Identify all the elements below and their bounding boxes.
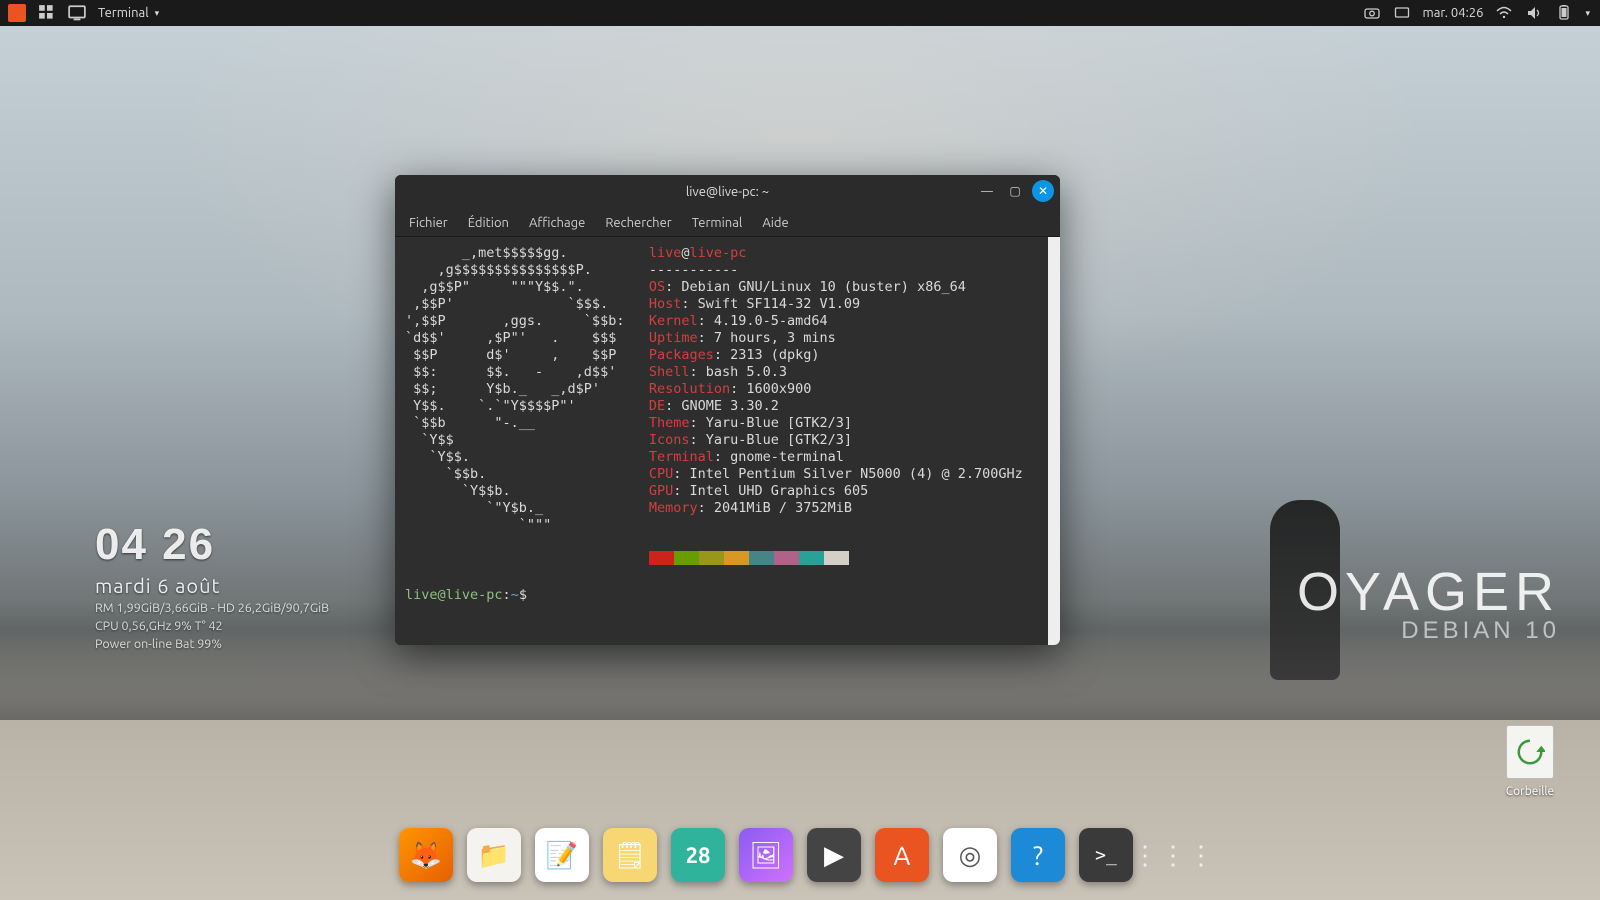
menu-terminal[interactable]: Terminal — [692, 216, 743, 230]
display-icon[interactable] — [1393, 4, 1411, 22]
menu-affichage[interactable]: Affichage — [529, 216, 585, 230]
screen-icon[interactable] — [68, 4, 86, 22]
terminal-window: live@live-pc: ~ — ▢ ✕ Fichier Édition Affi… — [395, 175, 1060, 645]
workspace-icon[interactable] — [38, 4, 56, 22]
close-button[interactable]: ✕ — [1032, 180, 1054, 202]
widget-time: 04 26 — [95, 520, 329, 570]
desktop-widget: 04 26 mardi 6 août RM 1,99GiB/3,66GiB - … — [95, 520, 329, 651]
menu-fichier[interactable]: Fichier — [409, 216, 448, 230]
widget-power: Power on-line Bat 99% — [95, 637, 329, 651]
dock-item-calendar[interactable]: 28 — [671, 828, 725, 882]
trash-label: Corbeille — [1506, 785, 1554, 798]
menu-édition[interactable]: Édition — [468, 216, 509, 230]
battery-icon[interactable] — [1555, 4, 1573, 22]
dock-item-image-viewer[interactable]: 🖼 — [739, 828, 793, 882]
maximize-button[interactable]: ▢ — [1004, 180, 1026, 202]
widget-date: mardi 6 août — [95, 574, 329, 597]
chevron-down-icon: ▾ — [155, 8, 160, 19]
dock-item-files[interactable]: 📁 — [467, 828, 521, 882]
trash-icon — [1506, 725, 1554, 779]
launcher-icon[interactable] — [8, 4, 26, 22]
distro-watermark: OYAGER DEBIAN 10 — [1297, 561, 1560, 645]
window-titlebar[interactable]: live@live-pc: ~ — ▢ ✕ — [395, 175, 1060, 209]
dock-item-notes[interactable]: 🗒 — [603, 828, 657, 882]
system-menu-chevron-icon[interactable]: ▾ — [1585, 8, 1590, 19]
terminal-menubar: Fichier Édition Affichage Rechercher Termina… — [395, 209, 1060, 237]
terminal-content[interactable]: _,met$$$$$gg. live@live-pc ,g$$$$$$$$$$$… — [395, 237, 1060, 645]
scrollbar[interactable] — [1048, 237, 1060, 645]
clock[interactable]: mar. 04:26 — [1423, 6, 1484, 20]
wifi-icon[interactable] — [1495, 4, 1513, 22]
volume-icon[interactable] — [1525, 4, 1543, 22]
window-title: live@live-pc: ~ — [686, 185, 769, 199]
menu-rechercher[interactable]: Rechercher — [605, 216, 671, 230]
dock-item-firefox[interactable]: 🦊 — [399, 828, 453, 882]
dock-item-software[interactable]: A — [875, 828, 929, 882]
dock-item-video[interactable]: ▶ — [807, 828, 861, 882]
menu-aide[interactable]: Aide — [762, 216, 788, 230]
widget-cpu: CPU 0,56,GHz 9% T° 42 — [95, 619, 329, 633]
active-app-label: Terminal — [98, 6, 149, 20]
trash-desktop-icon[interactable]: Corbeille — [1496, 725, 1564, 798]
minimize-button[interactable]: — — [976, 180, 998, 202]
dock: 🦊 📁 📝 🗒 28 🖼 ▶ A ◎? >_ ⋮⋮⋮ — [381, 820, 1219, 890]
widget-ram-hd: RM 1,99GiB/3,66GiB - HD 26,2GiB/90,7GiB — [95, 601, 329, 615]
dock-item-terminal[interactable]: >_ — [1079, 828, 1133, 882]
top-bar: Terminal ▾ mar. 04:26 ▾ — [0, 0, 1600, 26]
camera-icon[interactable] — [1363, 4, 1381, 22]
dock-item-text-editor[interactable]: 📝 — [535, 828, 589, 882]
watermark-title: OYAGER — [1297, 561, 1560, 623]
dock-item-help[interactable]: ? — [1011, 828, 1065, 882]
dock-item-clock[interactable]: ◎ — [943, 828, 997, 882]
active-app[interactable]: Terminal ▾ — [98, 6, 159, 20]
dock-item-apps[interactable]: ⋮⋮⋮ — [1147, 828, 1201, 882]
